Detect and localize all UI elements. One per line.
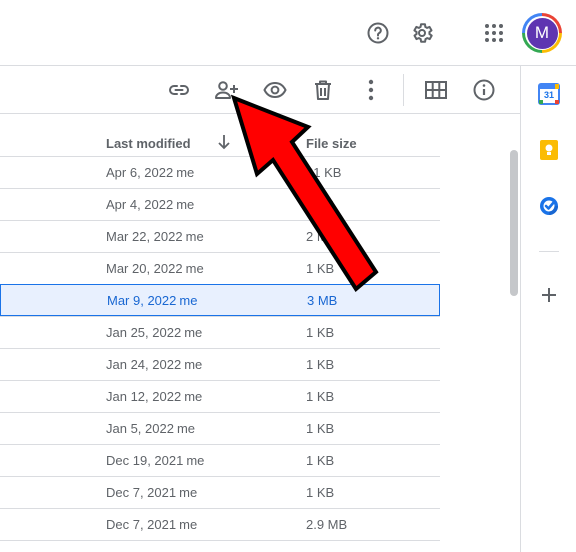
modified-date: Jan 12, 2022: [106, 389, 182, 404]
file-row[interactable]: Jan 12, 2022 me 1 KB: [0, 380, 440, 412]
modified-date: Dec 7, 2021: [106, 517, 177, 532]
file-row-selected[interactable]: Mar 9, 2022 me 3 MB: [0, 284, 440, 316]
modified-cell: Dec 7, 2021 me: [106, 517, 197, 532]
file-size-cell: 21 KB: [306, 165, 342, 180]
modified-cell: Jan 12, 2022 me: [106, 389, 202, 404]
side-panel: 31: [520, 66, 576, 552]
modified-cell: Jan 5, 2022 me: [106, 421, 195, 436]
modified-by: me: [179, 485, 198, 500]
file-row[interactable]: Mar 20, 2022 me 1 KB: [0, 252, 440, 284]
modified-date: Apr 4, 2022: [106, 197, 174, 212]
more-vert-icon[interactable]: [357, 76, 385, 104]
add-person-icon[interactable]: [213, 76, 241, 104]
modified-date: Dec 7, 2021: [106, 485, 177, 500]
modified-by: me: [184, 357, 203, 372]
modified-by: me: [176, 165, 195, 180]
modified-cell: Mar 22, 2022 me: [106, 229, 204, 244]
tasks-icon[interactable]: [537, 194, 561, 218]
modified-by: me: [184, 389, 203, 404]
modified-cell: Mar 9, 2022 me: [107, 293, 197, 308]
modified-by: me: [186, 453, 205, 468]
modified-cell: Mar 20, 2022 me: [106, 261, 204, 276]
file-row[interactable]: Jan 24, 2022 me 1 KB: [0, 348, 440, 380]
modified-by: me: [176, 197, 195, 212]
modified-cell: Dec 7, 2021 me: [106, 485, 197, 500]
file-row[interactable]: Dec 19, 2021 me 1 KB: [0, 444, 440, 476]
top-bar: M: [0, 0, 576, 66]
file-row[interactable]: Dec 7, 2021 me 1 KB: [0, 476, 440, 508]
file-size-cell: 3 KB: [306, 197, 335, 212]
add-icon[interactable]: [537, 283, 561, 307]
gear-icon[interactable]: [407, 18, 437, 48]
link-icon[interactable]: [165, 76, 193, 104]
file-size-cell: 1 KB: [306, 325, 335, 340]
modified-date: Dec 19, 2021: [106, 453, 184, 468]
file-size-cell: 1 KB: [306, 421, 335, 436]
help-icon[interactable]: [363, 18, 393, 48]
grid-view-icon[interactable]: [422, 76, 450, 104]
eye-icon[interactable]: [261, 76, 289, 104]
info-icon[interactable]: [470, 76, 498, 104]
file-size-cell: 1 KB: [306, 261, 335, 276]
modified-date: Mar 20, 2022: [106, 261, 183, 276]
avatar-ring: M: [525, 16, 559, 50]
calendar-icon[interactable]: 31: [537, 82, 561, 106]
modified-cell: Dec 19, 2021 me: [106, 453, 204, 468]
calendar-day: 31: [543, 90, 554, 100]
file-toolbar: [0, 66, 520, 114]
modified-by: me: [176, 421, 196, 436]
file-row[interactable]: Jan 25, 2022 me 1 KB: [0, 316, 440, 348]
file-row[interactable]: Dec 7, 2021 me 2.9 MB: [0, 508, 440, 540]
file-size-cell: 1 KB: [306, 453, 335, 468]
modified-cell: Jan 25, 2022 me: [106, 325, 202, 340]
avatar[interactable]: M: [522, 13, 562, 53]
avatar-initial: M: [526, 17, 558, 49]
column-header-row: Last modified File size: [0, 130, 440, 158]
modified-cell: Apr 6, 2022 me: [106, 165, 194, 180]
modified-by: me: [184, 325, 203, 340]
file-size-cell: 3 MB: [307, 293, 338, 308]
modified-date: Mar 9, 2022: [107, 293, 177, 308]
file-row[interactable]: Apr 6, 2022 me 21 KB: [0, 156, 440, 188]
side-panel-divider: [539, 251, 559, 252]
file-row[interactable]: Jan 5, 2022 me 1 KB: [0, 412, 440, 444]
column-header-last-modified[interactable]: Last modified: [106, 136, 191, 151]
scrollbar-thumb[interactable]: [510, 150, 518, 296]
file-row[interactable]: Apr 4, 2022 me 3 KB: [0, 188, 440, 220]
modified-by: me: [185, 261, 204, 276]
file-size-cell: 1 KB: [306, 389, 335, 404]
apps-grid-icon[interactable]: [479, 18, 509, 48]
modified-date: Jan 25, 2022: [106, 325, 182, 340]
modified-date: Jan 24, 2022: [106, 357, 182, 372]
trash-icon[interactable]: [309, 76, 337, 104]
file-size-cell: 2 MB: [306, 229, 337, 244]
modified-cell: Jan 24, 2022 me: [106, 357, 202, 372]
arrow-down-icon[interactable]: [214, 132, 234, 152]
file-size-cell: 2.9 MB: [306, 517, 348, 532]
keep-icon[interactable]: [537, 138, 561, 162]
modified-by: me: [179, 517, 198, 532]
modified-by: me: [185, 229, 204, 244]
modified-date: Mar 22, 2022: [106, 229, 183, 244]
column-header-file-size[interactable]: File size: [306, 136, 357, 151]
file-size-cell: 1 KB: [306, 485, 335, 500]
file-list: Apr 6, 2022 me 21 KB Apr 4, 2022 me 3 KB Mar…: [0, 156, 440, 552]
file-row-partial[interactable]: [0, 540, 440, 552]
modified-cell: Apr 4, 2022 me: [106, 197, 194, 212]
modified-by: me: [179, 293, 198, 308]
modified-date: Apr 6, 2022: [106, 165, 174, 180]
file-row[interactable]: Mar 22, 2022 me 2 MB: [0, 220, 440, 252]
file-size-cell: 1 KB: [306, 357, 335, 372]
modified-date: Jan 5, 2022: [106, 421, 174, 436]
toolbar-divider: [403, 74, 404, 106]
